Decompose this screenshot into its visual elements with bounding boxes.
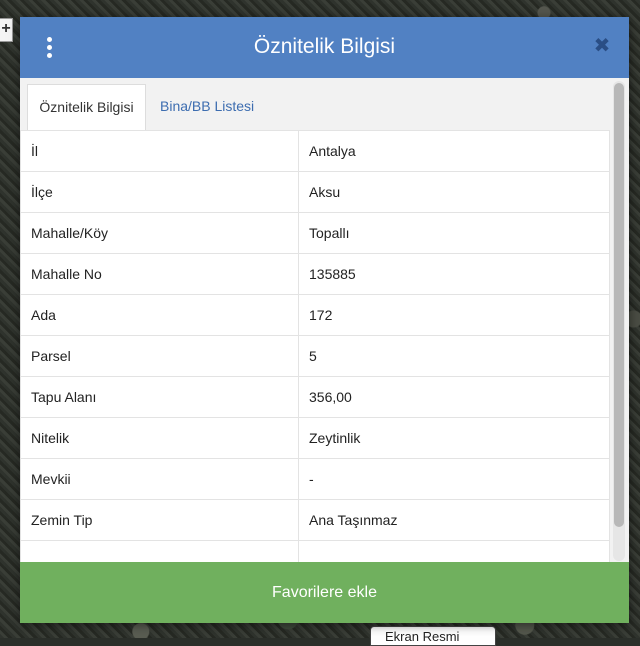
table-row: Parsel 5 bbox=[20, 335, 610, 377]
row-value: Aksu bbox=[298, 171, 610, 213]
row-key: Mahalle/Köy bbox=[20, 212, 299, 254]
row-value: Zeytinlik bbox=[298, 417, 610, 459]
row-value: Topallı bbox=[298, 212, 610, 254]
attribute-info-modal: Öznitelik Bilgisi ✖ Öznitelik Bilgisi Bi… bbox=[20, 17, 629, 623]
row-key: Tapu Alanı bbox=[20, 376, 299, 418]
table-row: İl Antalya bbox=[20, 130, 610, 172]
table-row: Mahalle/Köy Topallı bbox=[20, 212, 610, 254]
row-key: Mahalle No bbox=[20, 253, 299, 295]
map-screenshot-tab[interactable]: Ekran Resmi bbox=[370, 626, 496, 646]
row-value: Ana Taşınmaz bbox=[298, 499, 610, 541]
row-key: Ada bbox=[20, 294, 299, 336]
modal-tabs: Öznitelik Bilgisi Bina/BB Listesi bbox=[20, 78, 610, 131]
add-to-favorites-button[interactable]: Favorilere ekle bbox=[20, 562, 629, 623]
table-row: İlçe Aksu bbox=[20, 171, 610, 213]
table-row: Mevkii - bbox=[20, 458, 610, 500]
row-value: - bbox=[298, 458, 610, 500]
attribute-table: İl Antalya İlçe Aksu Mahalle/Köy Topallı… bbox=[20, 130, 610, 562]
table-scrollbar[interactable] bbox=[613, 81, 625, 561]
row-value bbox=[298, 540, 610, 562]
table-row bbox=[20, 540, 610, 562]
row-value: 135885 bbox=[298, 253, 610, 295]
row-key: Parsel bbox=[20, 335, 299, 377]
modal-header: Öznitelik Bilgisi ✖ bbox=[20, 17, 629, 78]
table-row: Nitelik Zeytinlik bbox=[20, 417, 610, 459]
row-key bbox=[20, 540, 299, 562]
tab-building-list[interactable]: Bina/BB Listesi bbox=[146, 84, 268, 130]
row-key: Zemin Tip bbox=[20, 499, 299, 541]
row-key: İlçe bbox=[20, 171, 299, 213]
row-key: İl bbox=[20, 130, 299, 172]
table-row: Zemin Tip Ana Taşınmaz bbox=[20, 499, 610, 541]
row-value: 5 bbox=[298, 335, 610, 377]
table-row: Tapu Alanı 356,00 bbox=[20, 376, 610, 418]
tab-attribute-info[interactable]: Öznitelik Bilgisi bbox=[27, 84, 146, 130]
table-row: Ada 172 bbox=[20, 294, 610, 336]
row-value: Antalya bbox=[298, 130, 610, 172]
map-zoom-in-button[interactable]: + bbox=[0, 18, 13, 42]
row-key: Nitelik bbox=[20, 417, 299, 459]
scrollbar-thumb[interactable] bbox=[614, 83, 624, 527]
close-icon[interactable]: ✖ bbox=[593, 35, 611, 57]
row-value: 356,00 bbox=[298, 376, 610, 418]
row-value: 172 bbox=[298, 294, 610, 336]
modal-title: Öznitelik Bilgisi bbox=[253, 35, 396, 58]
row-key: Mevkii bbox=[20, 458, 299, 500]
table-row: Mahalle No 135885 bbox=[20, 253, 610, 295]
